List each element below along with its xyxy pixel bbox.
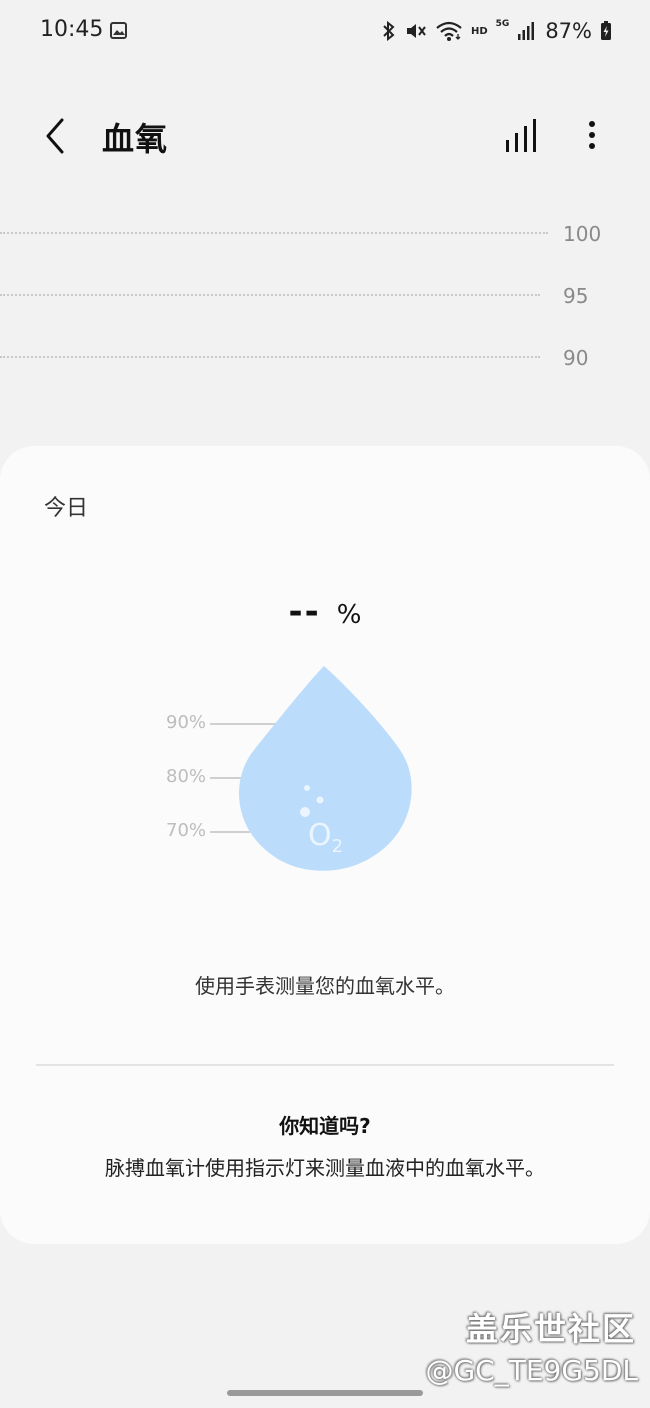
more-vert-icon[interactable]: [578, 116, 606, 156]
mute-icon: [406, 24, 426, 38]
app-bar: 血氧: [0, 100, 650, 172]
page-title: 血氧: [102, 120, 169, 158]
o2-symbol: O2: [308, 818, 344, 857]
oxygen-drop-graphic: 90% 80% 70% O2: [150, 658, 430, 878]
home-indicator[interactable]: [227, 1390, 423, 1396]
today-card: 今日 --% 90% 80% 70% O2 使用手表测量您的血氧水平。 你知道吗…: [0, 446, 650, 1244]
gridline-100: [0, 232, 548, 234]
status-time: 10:45: [40, 17, 104, 42]
instruction-text: 使用手表测量您的血氧水平。: [195, 974, 455, 998]
grid-label-95: 95: [563, 284, 589, 308]
bluetooth-icon: [383, 21, 395, 41]
battery-percent: 87%: [545, 19, 592, 43]
watermark-user: @GC_TE9G5DL: [425, 1354, 638, 1387]
gridline-90: [0, 356, 540, 358]
battery-charging-icon: [601, 21, 611, 40]
watermark-title: 盖乐世社区: [465, 1310, 636, 1348]
reading-unit: %: [336, 600, 362, 630]
wifi-icon: [436, 21, 462, 41]
network-type: 5G: [495, 19, 510, 29]
gallery-icon: [110, 22, 127, 39]
gridline-95: [0, 294, 540, 296]
grid-label-90: 90: [563, 346, 589, 370]
signal-icon: [518, 22, 535, 40]
trend-chart[interactable]: 100 95 90: [0, 200, 650, 400]
grid-label-100: 100: [563, 222, 602, 246]
tip-title: 你知道吗?: [279, 1114, 371, 1138]
status-icons: HD 5G 87%: [381, 16, 612, 46]
reading-value: --: [288, 592, 321, 632]
water-drop-icon: [239, 666, 412, 871]
divider: [36, 1064, 614, 1066]
status-bar: 10:45 HD 5G 87%: [0, 0, 650, 62]
hd-indicator: HD: [470, 25, 488, 37]
card-heading: 今日: [44, 496, 89, 521]
trends-bars-icon[interactable]: [500, 116, 540, 156]
spo2-reading: --%: [0, 592, 650, 632]
back-arrow-icon[interactable]: [36, 114, 76, 158]
tip-body: 脉搏血氧计使用指示灯来测量血液中的血氧水平。: [105, 1156, 545, 1180]
